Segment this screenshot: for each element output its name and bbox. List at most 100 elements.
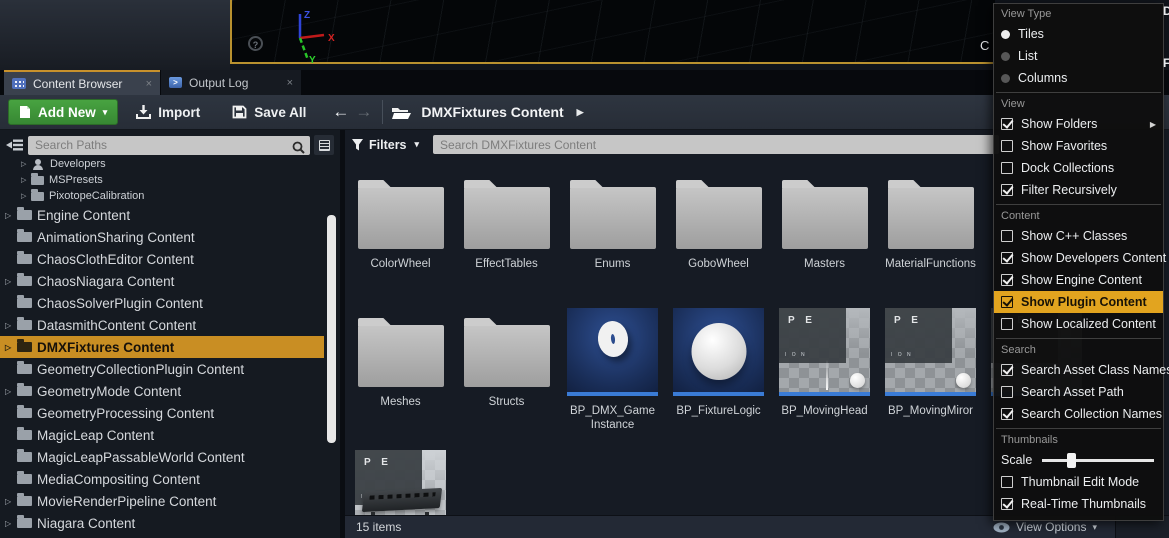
close-icon[interactable]: ×: [146, 78, 152, 90]
filters-button[interactable]: Filters ▾: [352, 138, 419, 152]
expand-arrow-icon[interactable]: ▷: [5, 343, 16, 352]
expand-arrow-icon[interactable]: ▷: [5, 321, 16, 330]
menu-item-columns[interactable]: Columns: [994, 67, 1163, 89]
menu-item-show-developers-content[interactable]: Show Developers Content: [994, 247, 1163, 269]
tree-item-geometrycollectionplugin[interactable]: ▷GeometryCollectionPlugin Content: [0, 358, 324, 380]
tree-item-dmxfixtures-selected[interactable]: ▷DMXFixtures Content: [0, 336, 324, 358]
tree-item-movierenderpipeline[interactable]: ▷MovieRenderPipeline Content: [0, 490, 324, 512]
tree-item-engine-content[interactable]: ▷Engine Content: [0, 204, 324, 226]
history-back-button[interactable]: ←: [332, 102, 349, 122]
view-options-button[interactable]: View Options ▾: [993, 520, 1097, 534]
asset-folder-meshes[interactable]: Meshes: [355, 308, 446, 433]
menu-item-thumbnail-edit-mode[interactable]: Thumbnail Edit Mode: [994, 471, 1163, 493]
asset-bp-movinghead[interactable]: P E I O N BP_MovingHead: [779, 308, 870, 433]
sources-view-menu-button[interactable]: [314, 135, 334, 155]
asset-folder-masters[interactable]: Masters: [779, 170, 870, 271]
tree-item-geometryprocessing[interactable]: ▷GeometryProcessing Content: [0, 402, 324, 424]
add-new-button[interactable]: Add New ▾: [8, 99, 118, 125]
checkbox-checked-icon[interactable]: [1001, 118, 1013, 130]
import-button[interactable]: Import: [126, 98, 210, 126]
tree-item-animationsharing[interactable]: ▷AnimationSharing Content: [0, 226, 324, 248]
checkbox-icon[interactable]: [1001, 230, 1013, 242]
tree-scrollbar[interactable]: [327, 215, 336, 443]
expand-arrow-icon[interactable]: ▷: [5, 211, 16, 220]
search-paths-input[interactable]: [28, 136, 310, 155]
menu-item-realtime-thumbnails[interactable]: Real-Time Thumbnails: [994, 493, 1163, 515]
tree-item-label: Developers: [50, 158, 106, 170]
viewport-help-icon[interactable]: ?: [248, 36, 263, 51]
checkbox-checked-icon[interactable]: [1001, 408, 1013, 420]
tab-output-log[interactable]: > Output Log ×: [161, 70, 301, 95]
scale-slider[interactable]: [1042, 459, 1154, 462]
checkbox-icon[interactable]: [1001, 386, 1013, 398]
history-forward-button[interactable]: →: [355, 102, 372, 122]
tree-item-label: MagicLeap Content: [37, 428, 154, 443]
menu-item-show-engine-content[interactable]: Show Engine Content: [994, 269, 1163, 291]
menu-item-dock-collections[interactable]: Dock Collections: [994, 157, 1163, 179]
tree-item-niagara[interactable]: ▷Niagara Content: [0, 512, 324, 534]
breadcrumb[interactable]: DMXFixtures Content ▶: [391, 104, 583, 120]
tree-item-mspresets[interactable]: ▷MSPresets: [0, 172, 324, 188]
collapse-sources-icon[interactable]: [5, 138, 24, 152]
asset-folder-enums[interactable]: Enums: [567, 170, 658, 271]
checkbox-checked-icon[interactable]: [1001, 498, 1013, 510]
tree-item-magicleap[interactable]: ▷MagicLeap Content: [0, 424, 324, 446]
blueprint-thumbnail: P E I O N: [885, 308, 976, 396]
menu-item-show-favorites[interactable]: Show Favorites: [994, 135, 1163, 157]
tree-item-datasmithcontent[interactable]: ▷DatasmithContent Content: [0, 314, 324, 336]
tree-item-geometrymode[interactable]: ▷GeometryMode Content: [0, 380, 324, 402]
level-viewport[interactable]: Z X Y ? C: [230, 0, 995, 64]
menu-item-show-localized-content[interactable]: Show Localized Content: [994, 313, 1163, 335]
menu-item-search-asset-class-names[interactable]: Search Asset Class Names: [994, 359, 1163, 381]
menu-item-search-asset-path[interactable]: Search Asset Path: [994, 381, 1163, 403]
tree-item-magicleappassableworld[interactable]: ▷MagicLeapPassableWorld Content: [0, 446, 324, 468]
asset-bp-dmx-gameinstance[interactable]: BP_DMX_Game Instance: [567, 308, 658, 433]
asset-search-input[interactable]: [433, 135, 999, 154]
asset-bp-movingmiror[interactable]: P E I O N BP_MovingMiror: [885, 308, 976, 433]
expand-arrow-icon[interactable]: ▷: [5, 387, 16, 396]
checkbox-icon[interactable]: [1001, 476, 1013, 488]
expand-arrow-icon[interactable]: ▷: [5, 497, 16, 506]
sphere-mesh-preview: [691, 323, 746, 380]
expand-arrow-icon[interactable]: ▷: [21, 176, 30, 184]
asset-folder-structs[interactable]: Structs: [461, 308, 552, 433]
expand-arrow-icon[interactable]: ▷: [5, 277, 16, 286]
checkbox-icon[interactable]: [1001, 318, 1013, 330]
tree-item-developers[interactable]: ▷ Developers: [0, 156, 324, 172]
menu-item-show-plugin-content-highlighted[interactable]: Show Plugin Content: [994, 291, 1163, 313]
breadcrumb-arrow-icon[interactable]: ▶: [577, 107, 584, 118]
menu-item-filter-recursively[interactable]: Filter Recursively: [994, 179, 1163, 201]
asset-folder-effecttables[interactable]: EffectTables: [461, 170, 552, 271]
folder-icon: [17, 254, 32, 264]
expand-arrow-icon[interactable]: ▷: [21, 192, 30, 200]
tree-item-chaosclotheditor[interactable]: ▷ChaosClothEditor Content: [0, 248, 324, 270]
asset-bp-fixturelogic[interactable]: BP_FixtureLogic: [673, 308, 764, 433]
checkbox-checked-icon[interactable]: [1001, 184, 1013, 196]
menu-item-list[interactable]: List: [994, 45, 1163, 67]
menu-item-show-cpp-classes[interactable]: Show C++ Classes: [994, 225, 1163, 247]
tree-item-mediacompositing[interactable]: ▷MediaCompositing Content: [0, 468, 324, 490]
expand-arrow-icon[interactable]: ▷: [21, 160, 30, 168]
asset-folder-materialfunctions[interactable]: MaterialFunctions: [885, 170, 976, 271]
tree-item-pixotopecalibration[interactable]: ▷PixotopeCalibration: [0, 188, 324, 204]
checkbox-icon[interactable]: [1001, 140, 1013, 152]
menu-item-tiles[interactable]: Tiles: [994, 23, 1163, 45]
expand-arrow-icon[interactable]: ▷: [5, 519, 16, 528]
asset-folder-colorwheel[interactable]: ColorWheel: [355, 170, 446, 271]
tree-item-chaosniagara[interactable]: ▷ChaosNiagara Content: [0, 270, 324, 292]
asset-folder-gobowheel[interactable]: GoboWheel: [673, 170, 764, 271]
slider-knob[interactable]: [1067, 453, 1076, 468]
asset-bp-ledbar-partial[interactable]: P E I O N: [355, 450, 446, 515]
save-all-button[interactable]: Save All: [222, 98, 316, 126]
menu-item-label: Tiles: [1018, 27, 1044, 41]
menu-item-search-collection-names[interactable]: Search Collection Names: [994, 403, 1163, 425]
checkbox-icon[interactable]: [1001, 162, 1013, 174]
checkbox-checked-icon[interactable]: [1001, 274, 1013, 286]
close-icon[interactable]: ×: [287, 77, 293, 89]
tab-content-browser[interactable]: Content Browser ×: [4, 70, 160, 95]
checkbox-checked-icon[interactable]: [1001, 296, 1013, 308]
checkbox-checked-icon[interactable]: [1001, 364, 1013, 376]
checkbox-checked-icon[interactable]: [1001, 252, 1013, 264]
tree-item-chaossolverplugin[interactable]: ▷ChaosSolverPlugin Content: [0, 292, 324, 314]
menu-item-show-folders[interactable]: Show Folders▶: [994, 113, 1163, 135]
